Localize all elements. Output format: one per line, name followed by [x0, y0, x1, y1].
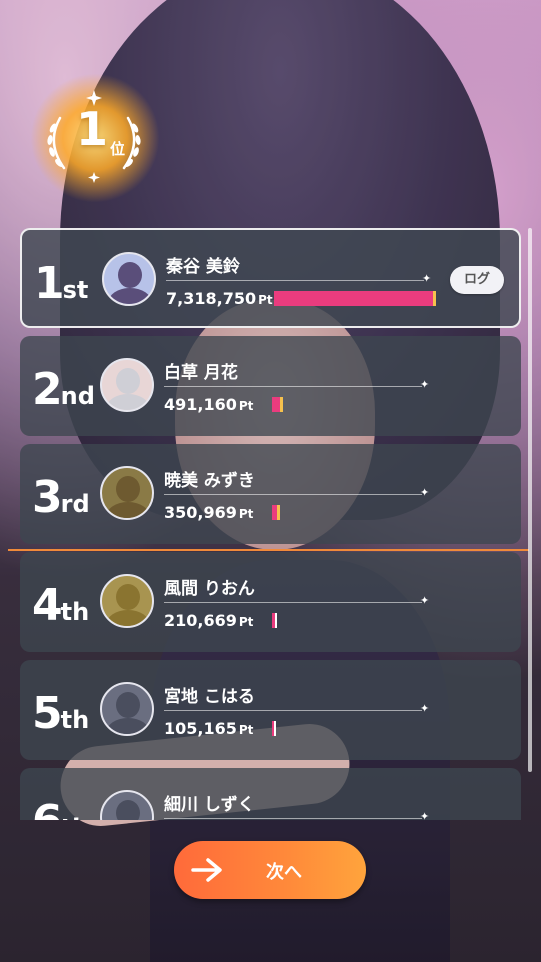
- ranking-row[interactable]: 4th 風間 りおん ✦ 210,669 Pt: [20, 552, 521, 652]
- rank-number: 3: [32, 472, 63, 523]
- ranking-list[interactable]: 1st 秦谷 美鈴 ✦ 7,318,750 Pt ログ 2nd 白草 月花 ✦ 491,160 Pt…: [20, 228, 521, 820]
- rank-label: 3rd: [32, 472, 90, 523]
- log-button[interactable]: ログ: [450, 266, 504, 294]
- divider-line: [164, 386, 422, 387]
- points-unit: Pt: [258, 293, 273, 307]
- points-bar: [272, 721, 276, 736]
- player-name: 秦谷 美鈴: [166, 257, 240, 277]
- arrow-right-icon: [191, 858, 222, 882]
- player-name: 細川 しずく: [164, 795, 255, 815]
- rank-suffix: rd: [60, 490, 90, 518]
- player-name: 風間 りおん: [164, 579, 255, 599]
- sparkle-icon: ✦: [420, 594, 430, 607]
- rank-label: 1st: [34, 258, 88, 309]
- sparkle-icon: ✦: [420, 378, 430, 391]
- player-avatar: [100, 790, 154, 820]
- player-avatar: [100, 574, 154, 628]
- points-unit: Pt: [238, 507, 254, 521]
- points-value: 350,969: [164, 503, 237, 522]
- rank-number: 2: [32, 364, 63, 415]
- rank-suffix: st: [62, 276, 89, 304]
- divider-line: [164, 602, 422, 603]
- ranking-row[interactable]: 2nd 白草 月花 ✦ 491,160 Pt: [20, 336, 521, 436]
- divider-line: [164, 494, 422, 495]
- rank-label: 2nd: [32, 364, 95, 415]
- next-button[interactable]: 次へ: [174, 841, 366, 899]
- ranking-row[interactable]: 6th 細川 しずく ✦: [20, 768, 521, 820]
- points-unit: Pt: [238, 723, 254, 737]
- rank-number: 4: [32, 580, 63, 631]
- rank-number: 5: [32, 688, 63, 739]
- ranking-row[interactable]: 3rd 暁美 みずき ✦ 350,969 Pt: [20, 444, 521, 544]
- points-unit: Pt: [238, 399, 254, 413]
- sparkle-icon: ✦: [420, 486, 430, 499]
- player-points: 7,318,750 Pt: [166, 289, 273, 308]
- points-bar: [272, 397, 283, 412]
- rank-suffix: th: [60, 706, 90, 734]
- scrollbar-thumb[interactable]: [528, 228, 532, 772]
- player-avatar: [100, 466, 154, 520]
- rank-suffix: th: [61, 814, 90, 820]
- points-value: 105,165: [164, 719, 237, 738]
- rank-number: 1: [34, 258, 65, 309]
- points-bar: [272, 613, 277, 628]
- sparkle-icon: ✦: [422, 272, 432, 285]
- player-avatar: [102, 252, 156, 306]
- rank-number: 6: [32, 796, 63, 820]
- player-avatar: [100, 358, 154, 412]
- badge-rank-suffix: 位: [110, 140, 126, 158]
- next-button-label: 次へ: [266, 862, 302, 883]
- player-points: 105,165 Pt: [164, 719, 253, 738]
- rank-badge: 1 位: [30, 73, 160, 203]
- player-name: 暁美 みずき: [164, 471, 255, 491]
- points-bar: [272, 505, 280, 520]
- player-name: 宮地 こはる: [164, 687, 255, 707]
- rank-suffix: nd: [60, 382, 95, 410]
- player-avatar: [100, 682, 154, 736]
- sparkle-icon: ✦: [420, 810, 430, 820]
- points-value: 7,318,750: [166, 289, 257, 308]
- player-name: 白草 月花: [164, 363, 238, 383]
- player-points: 210,669 Pt: [164, 611, 253, 630]
- points-value: 491,160: [164, 395, 237, 414]
- player-points: 491,160 Pt: [164, 395, 253, 414]
- ranking-row[interactable]: 1st 秦谷 美鈴 ✦ 7,318,750 Pt ログ: [20, 228, 521, 328]
- points-value: 210,669: [164, 611, 237, 630]
- rank-label: 4th: [32, 580, 89, 631]
- points-bar: [274, 291, 436, 306]
- rank-suffix: th: [60, 598, 90, 626]
- points-unit: Pt: [238, 615, 254, 629]
- sparkle-icon: ✦: [420, 702, 430, 715]
- divider-line: [164, 710, 422, 711]
- ranking-row[interactable]: 5th 宮地 こはる ✦ 105,165 Pt: [20, 660, 521, 760]
- rank-label: 5th: [32, 688, 89, 739]
- rank-label: 6th: [32, 796, 89, 820]
- divider-line: [164, 818, 422, 819]
- player-points: 350,969 Pt: [164, 503, 253, 522]
- cutoff-line: [8, 549, 529, 551]
- divider-line: [166, 280, 424, 281]
